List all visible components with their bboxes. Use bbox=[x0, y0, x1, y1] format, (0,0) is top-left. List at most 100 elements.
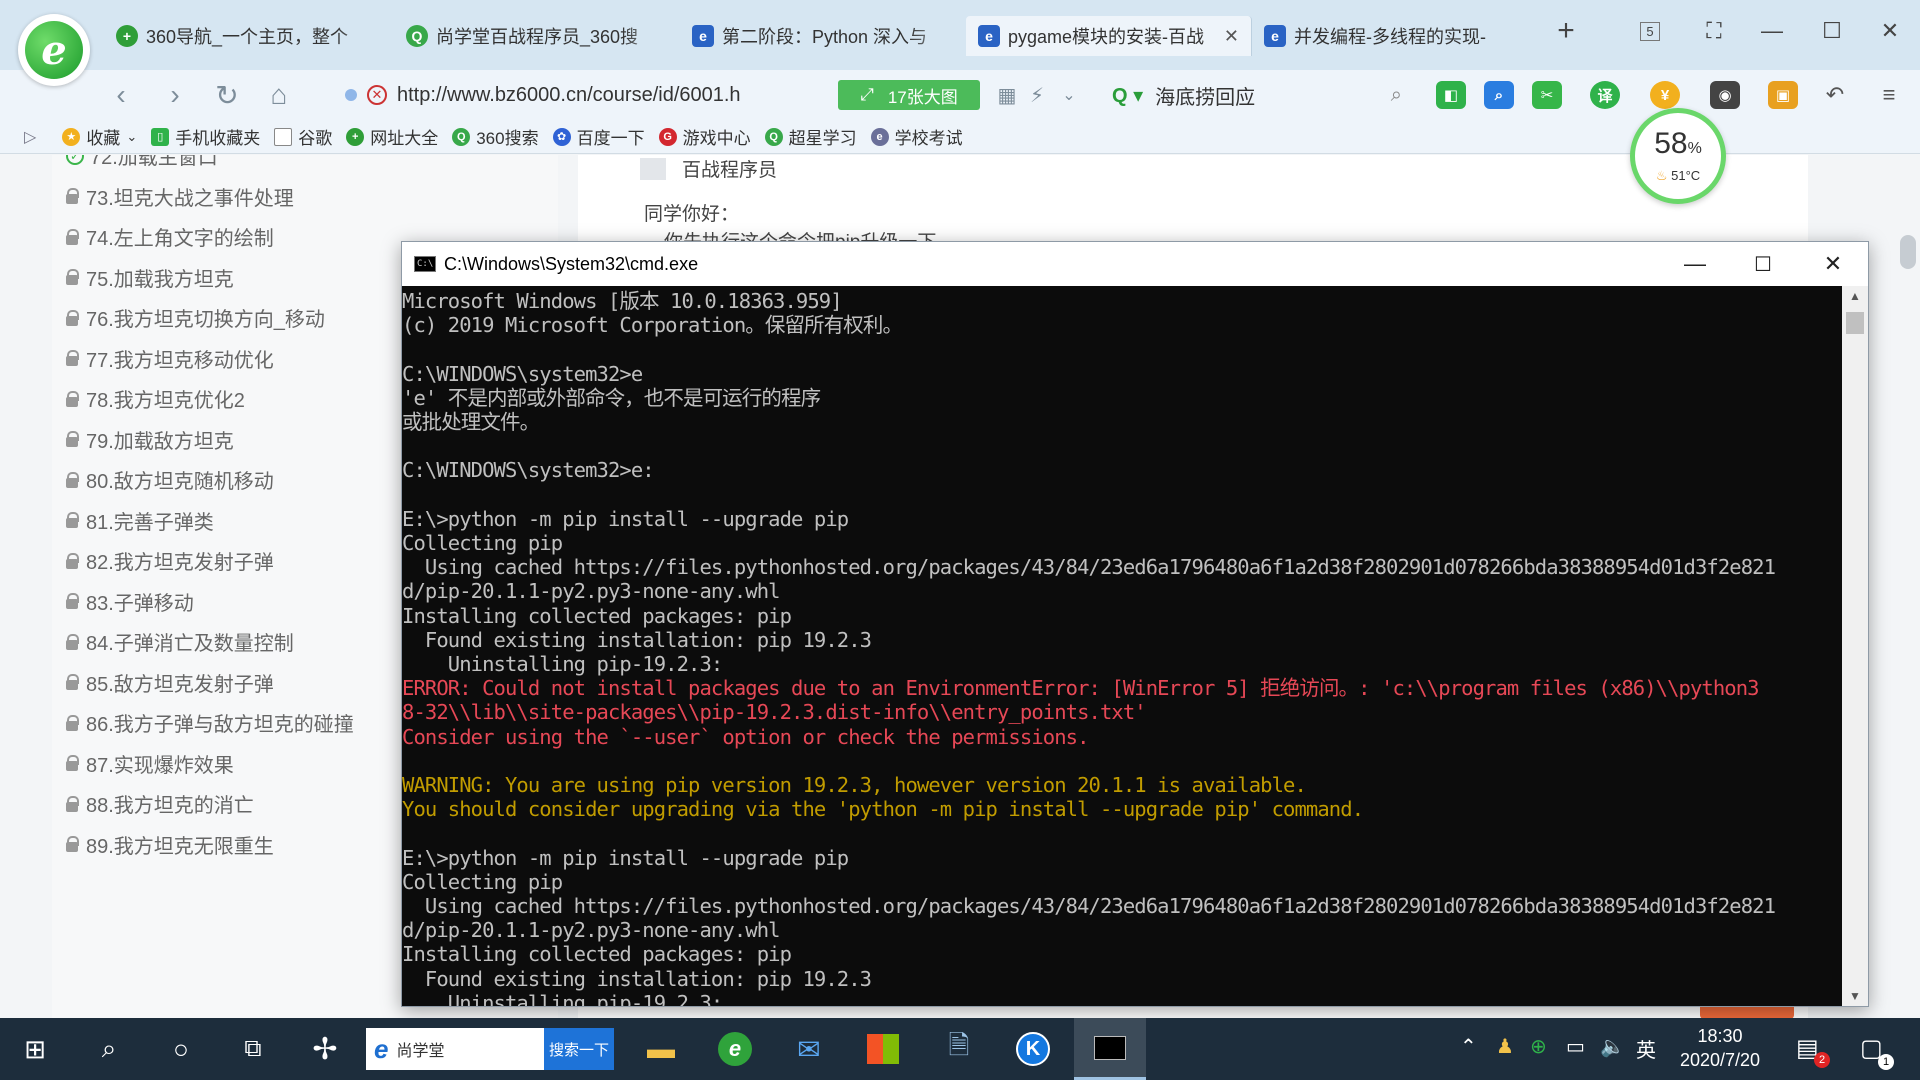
360-browser-taskbar-icon[interactable]: e bbox=[700, 1018, 770, 1080]
taskbar-search-button[interactable]: 搜索一下 bbox=[544, 1028, 614, 1070]
chevron-down-icon[interactable]: ⌄ bbox=[1052, 78, 1086, 112]
bookmark-nav[interactable]: + 网址大全 bbox=[346, 124, 438, 149]
reader-icon[interactable]: ◧ bbox=[1436, 81, 1466, 109]
search-icon[interactable]: ⌕ bbox=[74, 1018, 144, 1080]
lesson-item[interactable]: 77.我方坦克移动优化 bbox=[66, 344, 274, 373]
lesson-item[interactable]: 76.我方坦克切换方向_移动 bbox=[66, 303, 325, 332]
bookmark-games[interactable]: G 游戏中心 bbox=[658, 124, 751, 149]
forward-icon[interactable]: › bbox=[158, 78, 192, 112]
screenshot-scissors-icon[interactable]: ✂ bbox=[1532, 81, 1562, 109]
translate-icon[interactable]: 译 bbox=[1590, 81, 1620, 109]
lesson-item[interactable]: 82.我方坦克发射子弹 bbox=[66, 546, 274, 575]
mail-icon[interactable]: ✉ bbox=[774, 1018, 844, 1080]
python-file-icon[interactable]: 🗎 bbox=[924, 1018, 994, 1080]
cmd-minimize-icon[interactable]: — bbox=[1660, 242, 1730, 286]
console-output[interactable]: Microsoft Windows [版本 10.0.18363.959] (c)… bbox=[402, 286, 1842, 1006]
clock[interactable]: 18:30 2020/7/20 bbox=[1668, 1024, 1772, 1072]
k-app-icon[interactable]: K bbox=[998, 1018, 1068, 1080]
cmd-close-icon[interactable]: ✕ bbox=[1798, 242, 1868, 286]
cmd-maximize-icon[interactable]: ☐ bbox=[1728, 242, 1798, 286]
lesson-item[interactable]: 74.左上角文字的绘制 bbox=[66, 222, 274, 251]
cmd-taskbar-icon[interactable] bbox=[1074, 1018, 1146, 1080]
bookmark-chaoxing[interactable]: Q 超星学习 bbox=[764, 124, 857, 149]
shirt-skin-icon[interactable]: ⛶ bbox=[1694, 14, 1734, 48]
bookmark-google[interactable]: 谷歌 bbox=[274, 124, 332, 149]
taskbar-search-box[interactable]: e 尚学堂 搜索一下 bbox=[366, 1028, 614, 1070]
minimize-icon[interactable]: — bbox=[1752, 14, 1792, 48]
taskbar-search-text[interactable]: 尚学堂 bbox=[396, 1037, 444, 1061]
windows-start-icon[interactable]: ⊞ bbox=[0, 1018, 70, 1080]
bookmark-favorites[interactable]: ★ 收藏 ⌄ bbox=[62, 124, 137, 149]
bookmark-360search[interactable]: Q 360搜索 bbox=[452, 124, 539, 149]
bookmark-mobile[interactable]: ▯ 手机收藏夹 bbox=[151, 124, 260, 149]
lesson-item[interactable]: 87.实现爆炸效果 bbox=[66, 749, 234, 778]
grid-icon[interactable]: ▦ bbox=[990, 78, 1024, 112]
address-bar[interactable]: ✕ http://www.bz6000.cn/course/id/6001.h bbox=[345, 77, 825, 113]
qq-penguin-icon[interactable]: ♟ bbox=[1496, 1034, 1514, 1059]
insecure-icon[interactable]: ✕ bbox=[367, 85, 387, 105]
lesson-item[interactable]: 85.敌方坦克发射子弹 bbox=[66, 668, 274, 697]
lesson-item[interactable]: 78.我方坦克优化2 bbox=[66, 384, 245, 413]
lightning-icon[interactable]: ⚡ bbox=[1020, 78, 1054, 112]
back-icon[interactable]: ‹ bbox=[104, 78, 138, 112]
pinwheel-icon[interactable]: ✢ bbox=[290, 1018, 360, 1080]
lesson-item[interactable]: 79.加载敌方坦克 bbox=[66, 425, 234, 454]
cmd-window[interactable]: C:\ C:\Windows\System32\cmd.exe — ☐ ✕ Mi… bbox=[401, 241, 1869, 1007]
store-bag-icon[interactable] bbox=[848, 1018, 918, 1080]
search-engine-icon[interactable]: Q ▾ bbox=[1112, 83, 1143, 108]
close-icon[interactable]: ✕ bbox=[1870, 14, 1910, 48]
task-view-icon[interactable]: ⧉ bbox=[218, 1018, 288, 1080]
lesson-item[interactable]: 81.完善子弹类 bbox=[66, 506, 214, 535]
volume-icon[interactable]: 🔈 bbox=[1600, 1034, 1625, 1059]
360-browser-logo-icon[interactable]: e bbox=[18, 14, 90, 86]
lesson-item[interactable]: 88.我方坦克的消亡 bbox=[66, 789, 254, 818]
sidebar-toggle-icon[interactable]: ▷ bbox=[24, 127, 36, 147]
refresh-icon[interactable]: ↻ bbox=[210, 78, 244, 112]
cmd-scrollbar[interactable]: ▲ ▼ bbox=[1842, 286, 1868, 1006]
lesson-item[interactable]: 84.子弹消亡及数量控制 bbox=[66, 627, 294, 656]
search-icon[interactable]: ⌕ bbox=[1391, 84, 1402, 107]
gamepad-icon[interactable]: ◉ bbox=[1710, 81, 1740, 109]
search-box[interactable]: Q ▾ 海底捞回应 ⌕ bbox=[1112, 78, 1402, 112]
360-guard-icon[interactable]: ⊕ bbox=[1530, 1034, 1547, 1059]
lesson-item[interactable]: 89.我方坦克无限重生 bbox=[66, 830, 274, 859]
ime-indicator[interactable]: 英 bbox=[1636, 1034, 1656, 1063]
lesson-item[interactable]: 83.子弹移动 bbox=[66, 587, 194, 616]
search-text[interactable]: 海底捞回应 bbox=[1155, 81, 1255, 110]
battery-icon[interactable]: ▭ bbox=[1566, 1034, 1585, 1059]
console-text[interactable]: Microsoft Windows [版本 10.0.18363.959] (c)… bbox=[402, 289, 1842, 1006]
yuan-coin-icon[interactable]: ¥ bbox=[1650, 81, 1680, 109]
bookmark-exam[interactable]: e 学校考试 bbox=[870, 124, 963, 149]
apps-grid-icon[interactable]: ▣ bbox=[1768, 81, 1798, 109]
lesson-item[interactable]: 80.敌方坦克随机移动 bbox=[66, 465, 274, 494]
lesson-item[interactable]: ✓ 72.加载主窗口 bbox=[66, 155, 218, 170]
bookmark-baidu[interactable]: ✿ 百度一下 bbox=[552, 124, 645, 149]
performance-widget[interactable]: 58% ♨ 51°C bbox=[1630, 108, 1726, 204]
file-explorer-icon[interactable]: ▬ bbox=[626, 1018, 696, 1080]
tab-4[interactable]: e 并发编程-多线程的实现- bbox=[1252, 16, 1542, 56]
undo-icon[interactable]: ↶ bbox=[1818, 78, 1852, 112]
tab-count-button[interactable]: 5 bbox=[1630, 14, 1670, 48]
new-tab-icon[interactable]: + bbox=[1546, 14, 1586, 48]
cortana-circle-icon[interactable]: ○ bbox=[146, 1018, 216, 1080]
magnifier-tool-icon[interactable]: ⌕ bbox=[1484, 81, 1514, 109]
cmd-title-bar[interactable]: C:\ C:\Windows\System32\cmd.exe — ☐ ✕ bbox=[402, 242, 1868, 286]
menu-icon[interactable]: ≡ bbox=[1872, 78, 1906, 112]
big-images-button[interactable]: ⤢ 17张大图 bbox=[838, 80, 980, 110]
page-scrollbar[interactable] bbox=[1900, 235, 1916, 269]
maximize-icon[interactable]: ☐ bbox=[1812, 14, 1852, 48]
scroll-thumb[interactable] bbox=[1846, 312, 1864, 334]
tab-2[interactable]: e 第二阶段：Python 深入与 bbox=[680, 16, 966, 56]
tab-0[interactable]: + 360导航_一个主页，整个 bbox=[104, 16, 394, 56]
lesson-item[interactable]: 75.加载我方坦克 bbox=[66, 263, 234, 292]
tab-3-active[interactable]: e pygame模块的安装-百战 ✕ bbox=[966, 16, 1252, 56]
tab-1[interactable]: Q 尚学堂百战程序员_360搜 bbox=[394, 16, 680, 56]
home-icon[interactable]: ⌂ bbox=[262, 78, 296, 112]
lesson-item[interactable]: 73.坦克大战之事件处理 bbox=[66, 182, 294, 211]
tab-close-icon[interactable]: ✕ bbox=[1224, 26, 1239, 47]
lesson-item[interactable]: 86.我方子弹与敌方坦克的碰撞 bbox=[66, 708, 354, 737]
scroll-down-icon[interactable]: ▼ bbox=[1842, 986, 1868, 1006]
url-text[interactable]: http://www.bz6000.cn/course/id/6001.h bbox=[397, 84, 741, 107]
tray-expand-icon[interactable]: ⌃ bbox=[1460, 1034, 1477, 1059]
scroll-up-icon[interactable]: ▲ bbox=[1842, 286, 1868, 306]
